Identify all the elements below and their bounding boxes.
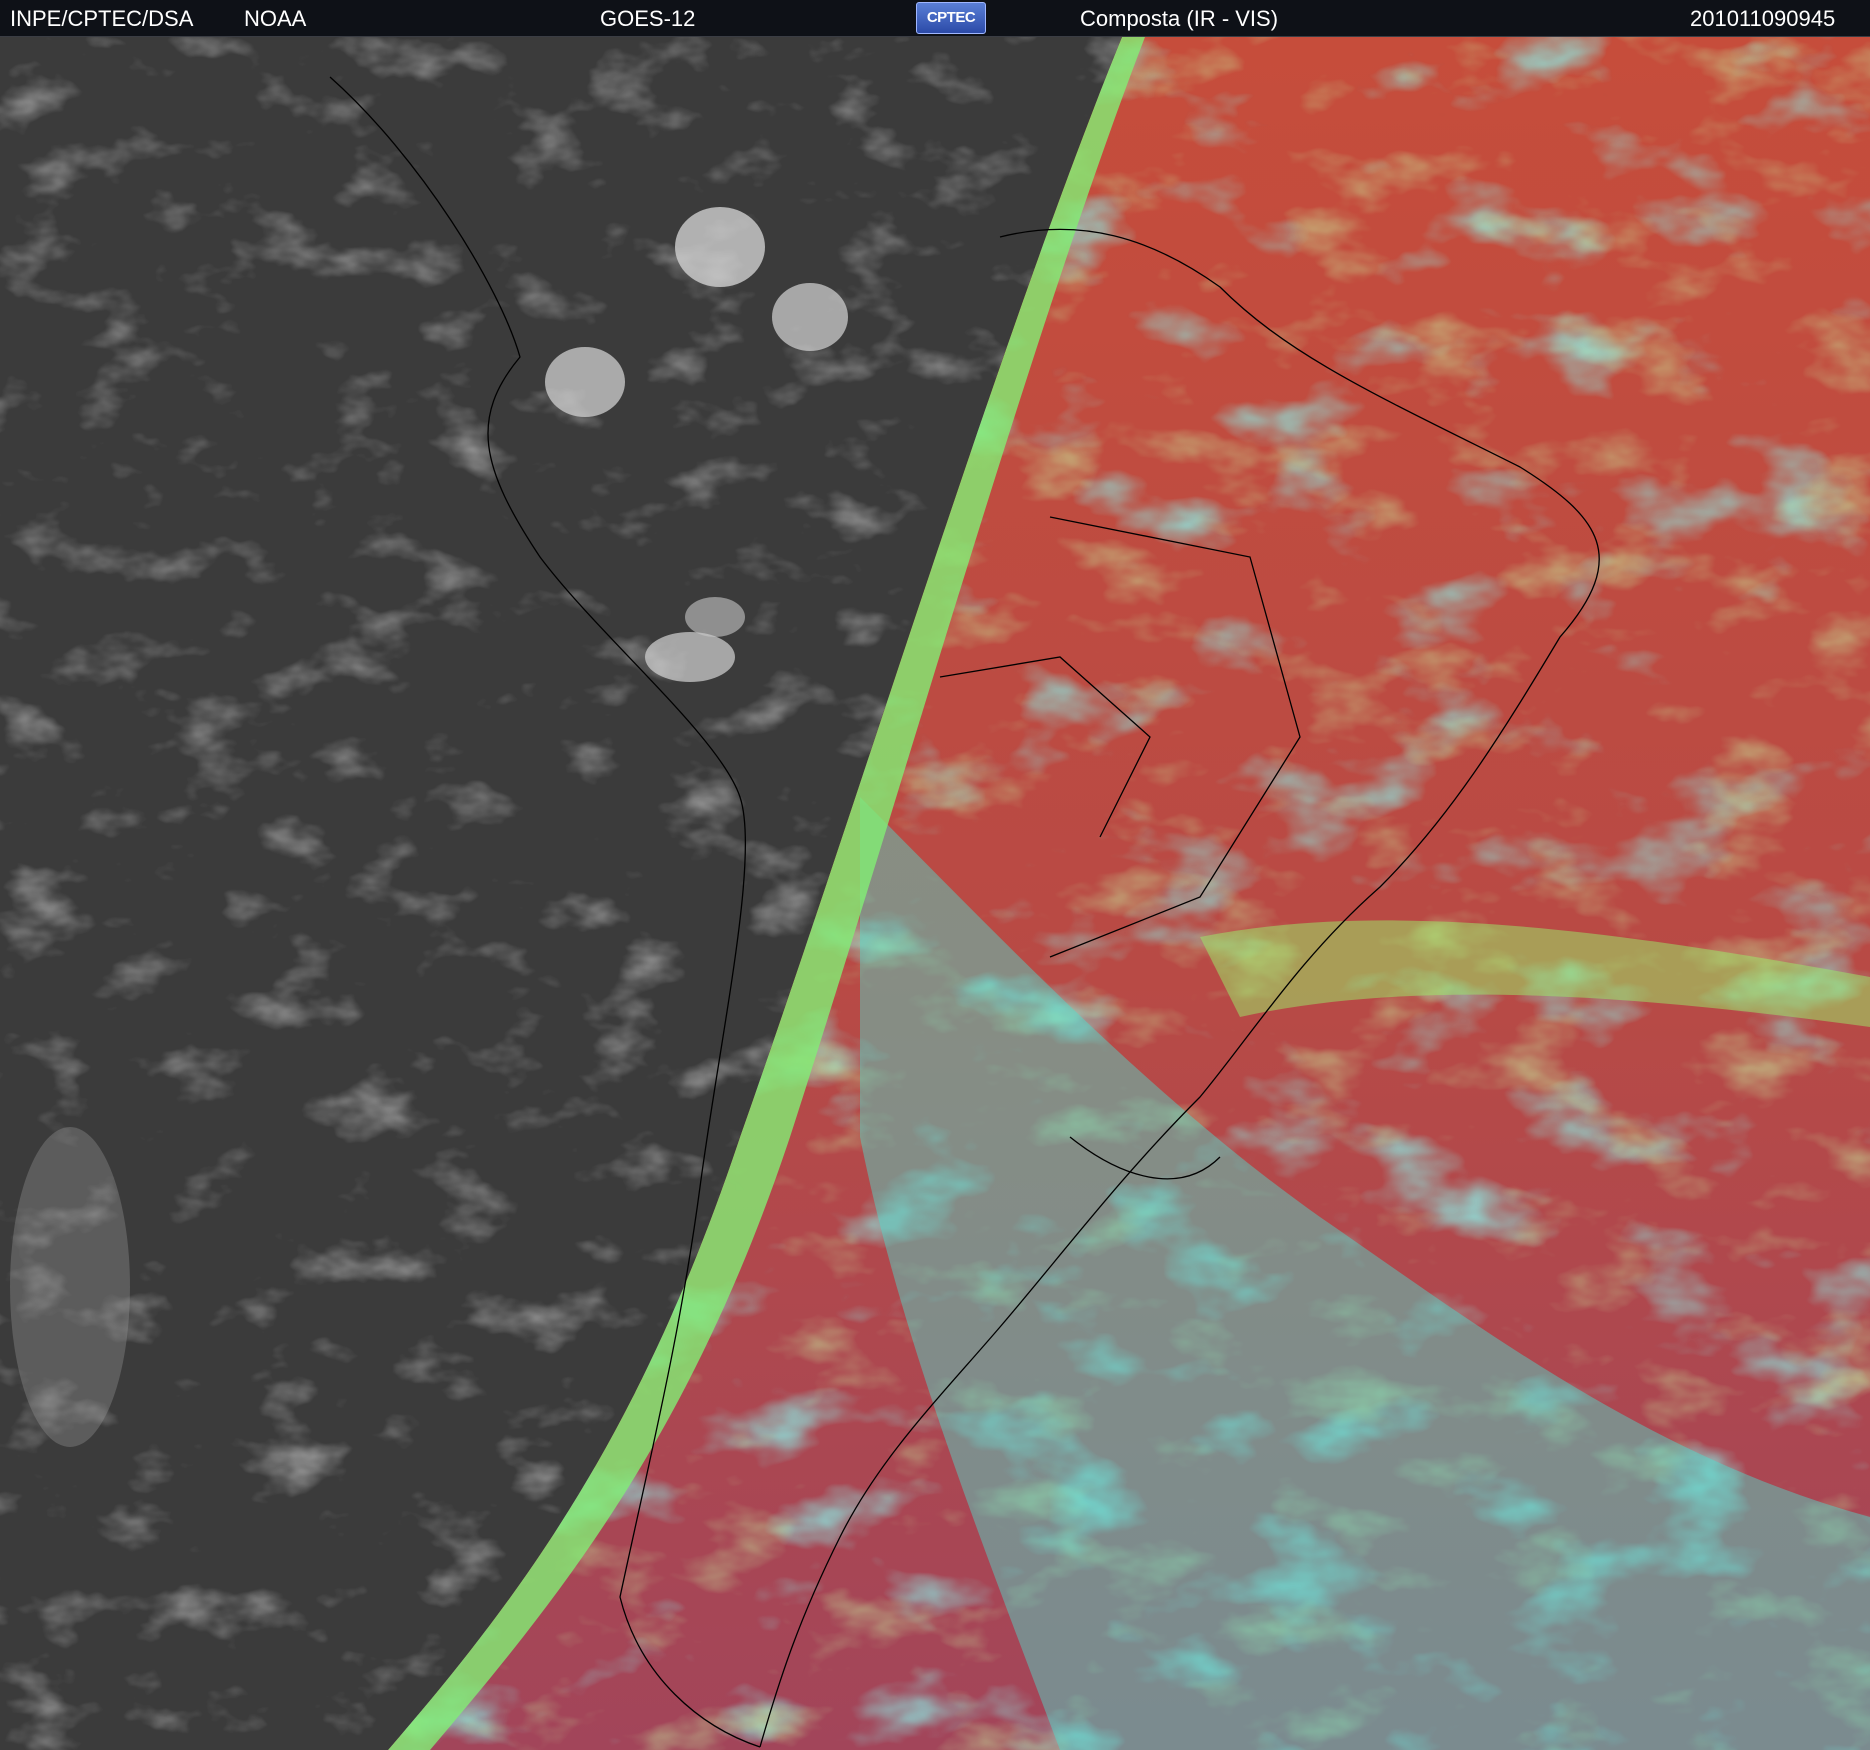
cptec-logo: CPTEC bbox=[916, 2, 986, 34]
partner-label: NOAA bbox=[244, 6, 307, 31]
satellite-composite bbox=[0, 37, 1870, 1750]
satellite-label: GOES-12 bbox=[600, 6, 696, 31]
image-header-bar: INPE/CPTEC/DSA NOAA GOES-12 CPTEC Compos… bbox=[0, 0, 1870, 37]
agency-label: INPE/CPTEC/DSA bbox=[10, 6, 194, 31]
logo-text: CPTEC bbox=[926, 9, 976, 26]
satellite-image bbox=[0, 37, 1870, 1750]
timestamp-label: 201011090945 bbox=[1690, 6, 1836, 31]
product-label: Composta (IR - VIS) bbox=[1080, 6, 1279, 31]
